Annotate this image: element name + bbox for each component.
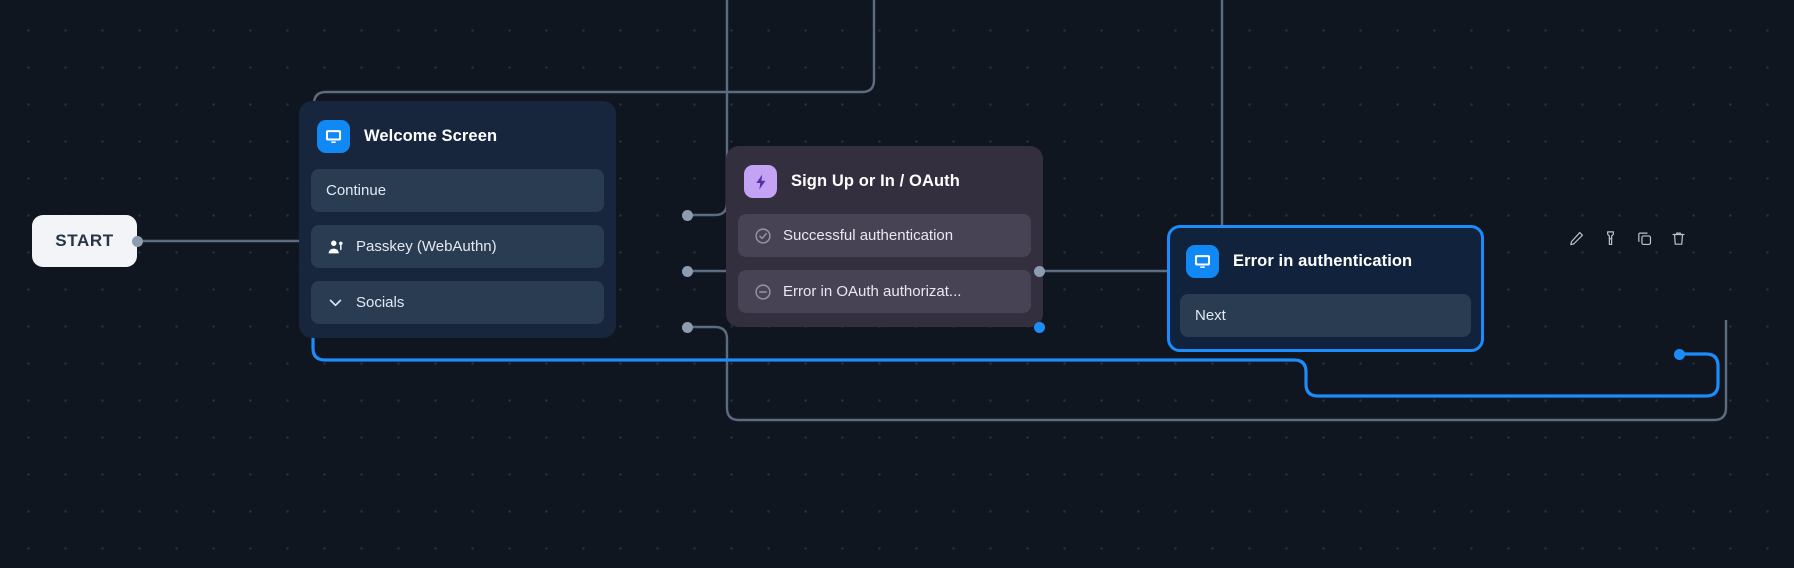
chevron-down-icon [326, 293, 345, 312]
start-node-label: START [55, 231, 114, 250]
node-title: Error in authentication [1233, 252, 1413, 270]
node-title: Welcome Screen [364, 127, 498, 145]
duplicate-button[interactable] [1630, 224, 1658, 252]
screen-icon [317, 120, 350, 153]
node-header: Sign Up or In / OAuth [738, 158, 1031, 214]
row-next[interactable]: Next [1180, 294, 1471, 337]
delete-button[interactable] [1664, 224, 1692, 252]
screen-icon [1186, 245, 1219, 278]
start-node[interactable]: START [32, 215, 137, 267]
row-label: Successful authentication [783, 227, 954, 244]
flow-canvas[interactable]: START Welcome Screen Continue Passkey (W… [0, 0, 1794, 568]
row-label: Next [1195, 307, 1226, 324]
row-label: Error in OAuth authorizat... [783, 283, 962, 300]
edit-button[interactable] [1562, 224, 1590, 252]
port-successful-auth-out[interactable] [1034, 266, 1045, 277]
node-header: Welcome Screen [311, 113, 604, 169]
node-header: Error in authentication [1180, 238, 1471, 294]
port-passkey-out[interactable] [682, 266, 693, 277]
minus-circle-icon [753, 282, 772, 301]
row-continue[interactable]: Continue [311, 169, 604, 212]
user-key-icon [326, 237, 345, 256]
row-error-oauth-authorization[interactable]: Error in OAuth authorizat... [738, 270, 1031, 313]
port-continue-out[interactable] [682, 210, 693, 221]
row-label: Passkey (WebAuthn) [356, 238, 497, 255]
row-label: Socials [356, 294, 405, 311]
node-welcome-screen[interactable]: Welcome Screen Continue Passkey (WebAuth… [299, 101, 616, 338]
row-passkey[interactable]: Passkey (WebAuthn) [311, 225, 604, 268]
start-node-output-port[interactable] [132, 236, 143, 247]
row-label: Continue [326, 182, 387, 199]
node-oauth[interactable]: Sign Up or In / OAuth Successful authent… [726, 146, 1043, 327]
flashlight-button[interactable] [1596, 224, 1624, 252]
port-next-out[interactable] [1674, 349, 1685, 360]
row-socials[interactable]: Socials [311, 281, 604, 324]
node-toolbar[interactable] [1555, 219, 1699, 257]
node-error-in-authentication[interactable]: Error in authentication Next [1167, 225, 1484, 352]
lightning-bolt-icon [744, 165, 777, 198]
port-oauth-error-out[interactable] [1034, 322, 1045, 333]
node-title: Sign Up or In / OAuth [791, 172, 960, 190]
port-socials-out[interactable] [682, 322, 693, 333]
check-circle-icon [753, 226, 772, 245]
row-successful-authentication[interactable]: Successful authentication [738, 214, 1031, 257]
